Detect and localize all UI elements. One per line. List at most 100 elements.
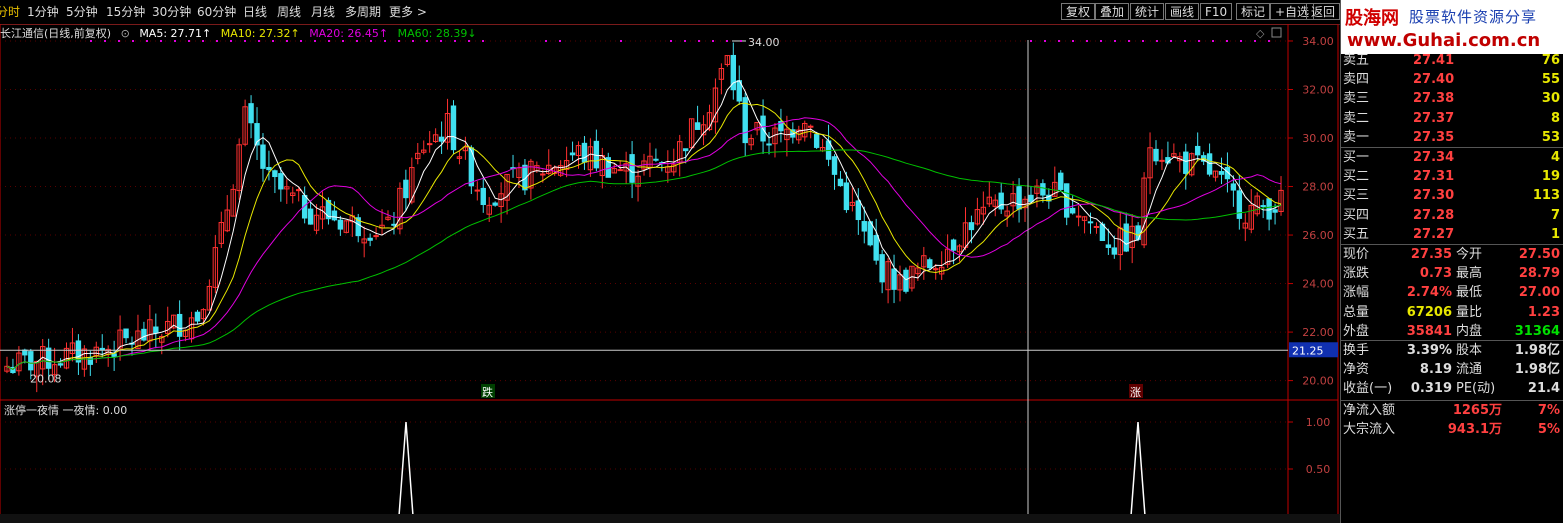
- period-tab-1[interactable]: 1分钟: [27, 3, 59, 20]
- stat-value: 5%: [1537, 422, 1560, 438]
- period-tab-0[interactable]: 分时: [0, 3, 20, 20]
- stat-label: 收益(一): [1343, 381, 1393, 397]
- buy-row: 买五 27.27 1: [1343, 225, 1562, 244]
- indicator-y-tick: 0.50: [1306, 463, 1331, 476]
- indicator-title: 涨停一夜情 一夜情: 0.00: [4, 404, 128, 417]
- stat-label: 大宗流入: [1343, 422, 1396, 438]
- candle-body: [1093, 225, 1100, 228]
- stat-value: 1265万: [1452, 403, 1502, 418]
- period-tab-5[interactable]: 60分钟: [197, 3, 236, 20]
- stat-value: 67206: [1406, 304, 1452, 320]
- candle-body: [373, 235, 379, 238]
- stat-row: 换手 3.39% 股本 1.98亿: [1343, 341, 1562, 360]
- signal-dot: [1086, 40, 1088, 42]
- candle-body: [450, 105, 457, 151]
- candle-body: [950, 239, 957, 251]
- signal-dot: [1058, 40, 1060, 42]
- signal-dot: [712, 40, 714, 42]
- period-tab-7[interactable]: 周线: [277, 3, 301, 20]
- candle-body: [1063, 183, 1070, 218]
- legend-toggle-icon[interactable]: ⊙: [121, 27, 130, 40]
- candle-body: [742, 97, 748, 144]
- candle-body: [861, 221, 867, 232]
- candle-body: [837, 178, 844, 187]
- orderbook-label: 买三: [1343, 188, 1370, 204]
- y-tick-label: 32.00: [1302, 83, 1334, 96]
- y-tick-label: 34.00: [1302, 35, 1334, 48]
- period-tab-3[interactable]: 15分钟: [106, 3, 145, 20]
- stat-label: 现价: [1343, 247, 1370, 262]
- signal-dot: [740, 40, 742, 42]
- diamond-icon[interactable]: ◇: [1256, 27, 1265, 40]
- signal-dot: [1128, 40, 1130, 42]
- signal-dot: [1170, 40, 1172, 42]
- orderbook-price: 27.40: [1413, 72, 1455, 88]
- ma10-line: [6, 102, 1282, 371]
- candle-body: [1159, 159, 1165, 162]
- candle-body: [1272, 209, 1278, 213]
- candle-body: [194, 311, 201, 322]
- y-tick-label: 24.00: [1302, 278, 1334, 291]
- period-tab-10[interactable]: 更多 >: [389, 3, 427, 20]
- signal-dot: [1268, 40, 1270, 42]
- period-tab-2[interactable]: 5分钟: [66, 3, 98, 20]
- crosshair-price-label: 21.25: [1292, 344, 1324, 357]
- toolbar-button-2[interactable]: 统计: [1130, 3, 1165, 20]
- sell-row: 卖一 27.35 53: [1343, 128, 1562, 147]
- orderbook-label: 卖五: [1343, 53, 1370, 68]
- signal-dot: [1212, 40, 1214, 42]
- period-tab-8[interactable]: 月线: [311, 3, 335, 20]
- period-tab-9[interactable]: 多周期: [345, 3, 381, 20]
- signal-dot: [1198, 40, 1200, 42]
- toolbar-button-5[interactable]: 标记: [1236, 3, 1271, 20]
- stat-value: 27.00: [1518, 285, 1560, 301]
- stat-value: 27.50: [1518, 247, 1560, 262]
- candle-body: [1153, 148, 1159, 162]
- candle-body: [540, 173, 546, 176]
- candle-body: [766, 143, 772, 146]
- signal-dot: [698, 40, 700, 42]
- brand-url: www.Guhai.com.cn: [1347, 30, 1541, 51]
- signal-dot: [684, 40, 686, 42]
- toolbar-button-4[interactable]: F10: [1200, 3, 1233, 20]
- signal-dot: [1114, 40, 1116, 42]
- legend-ma20: MA20: 26.45↑: [309, 27, 389, 40]
- stat-label: 涨跌: [1343, 266, 1370, 282]
- orderbook-volume: 30: [1541, 91, 1560, 107]
- candle-body: [1016, 186, 1022, 210]
- toolbar-button-0[interactable]: 复权: [1061, 3, 1096, 20]
- stat-label: 量比: [1456, 304, 1483, 320]
- signal-dot: [1254, 40, 1256, 42]
- toolbar-button-7[interactable]: 返回: [1306, 3, 1341, 20]
- stock-title: 长江通信(日线,前复权): [0, 27, 112, 40]
- candle-body: [272, 170, 278, 178]
- candle-body: [927, 259, 933, 269]
- candle-body: [1028, 194, 1034, 203]
- kline-chart[interactable]: 34.00 32.00 30.00 28.00 26.00 24.00 22.00 20.00…: [0, 24, 1340, 523]
- stat-label: 总量: [1343, 304, 1370, 320]
- orderbook-price: 27.37: [1413, 110, 1455, 126]
- maximize-icon[interactable]: [1271, 27, 1282, 38]
- period-tab-6[interactable]: 日线: [243, 3, 267, 20]
- candle-body: [480, 187, 486, 206]
- candle-body: [879, 254, 885, 283]
- orderbook-price: 27.28: [1413, 207, 1455, 223]
- orderbook-volume: 53: [1541, 129, 1560, 145]
- toolbar-button-1[interactable]: 叠加: [1095, 3, 1130, 20]
- candle-body: [998, 192, 1004, 210]
- orderbook-price: 27.35: [1413, 129, 1455, 145]
- toolbar-button-3[interactable]: 画线: [1165, 3, 1200, 20]
- orderbook-price: 27.38: [1413, 91, 1455, 107]
- chart-legend: 长江通信(日线,前复权) ⊙ MA5: 27.71↑ MA10: 27.32↑ …: [0, 25, 483, 41]
- sell-row: 卖五 27.41 76: [1343, 51, 1562, 70]
- candle-body: [1194, 145, 1201, 156]
- signal-dot: [1142, 40, 1144, 42]
- stat-row: 收益(一) 0.319 PE(动) 21.4: [1343, 379, 1562, 398]
- stat-value: 31364: [1514, 323, 1560, 339]
- period-tab-4[interactable]: 30分钟: [152, 3, 191, 20]
- candle-body: [141, 328, 147, 341]
- y-tick-label: 22.00: [1302, 326, 1334, 339]
- signal-dot: [726, 40, 728, 42]
- candle-body: [617, 169, 623, 172]
- signal-dot: [1072, 40, 1074, 42]
